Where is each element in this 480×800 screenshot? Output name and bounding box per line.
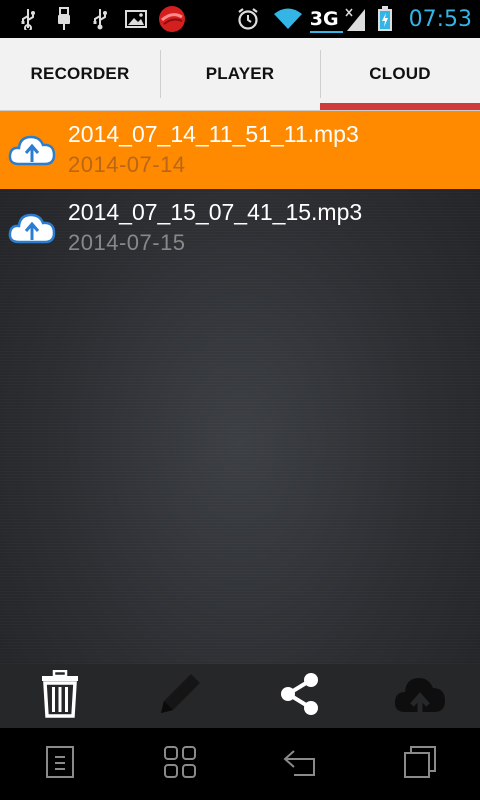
menu-button[interactable] — [25, 734, 95, 794]
tab-label: RECORDER — [30, 64, 130, 83]
cloud-upload-icon — [0, 189, 64, 267]
tab-indicator — [0, 103, 160, 110]
file-list-item[interactable]: 2014_07_14_11_51_11.mp3 2014-07-14 — [0, 111, 480, 189]
app-red-icon — [154, 0, 190, 38]
network-type: 3G — [309, 7, 343, 33]
usb-plug-icon — [46, 0, 82, 38]
file-name: 2014_07_14_11_51_11.mp3 — [68, 121, 359, 147]
delete-icon — [40, 669, 80, 722]
file-list: 2014_07_14_11_51_11.mp3 2014-07-14 2014_… — [0, 111, 480, 267]
tab-recorder[interactable]: RECORDER — [0, 38, 160, 110]
edit-button[interactable] — [150, 666, 210, 726]
cloud-upload-icon — [0, 111, 64, 189]
delete-button[interactable] — [30, 666, 90, 726]
file-list-panel: 2014_07_14_11_51_11.mp3 2014-07-14 2014_… — [0, 111, 480, 664]
tab-indicator — [320, 103, 480, 110]
usb-icon — [82, 0, 118, 38]
recents-icon — [403, 745, 437, 783]
file-date: 2014-07-15 — [68, 230, 186, 255]
back-icon — [282, 747, 318, 781]
file-list-item[interactable]: 2014_07_15_07_41_15.mp3 2014-07-15 — [0, 189, 480, 267]
tab-bar: RECORDER PLAYER CLOUD — [0, 38, 480, 111]
tab-player[interactable]: PLAYER — [160, 38, 320, 110]
share-button[interactable] — [270, 666, 330, 726]
recents-button[interactable] — [385, 734, 455, 794]
menu-icon — [45, 745, 75, 783]
tab-label: PLAYER — [205, 64, 275, 83]
battery-charging-icon — [371, 0, 399, 38]
cloud-upload-button[interactable] — [390, 666, 450, 726]
usb-icon — [10, 0, 46, 38]
share-icon — [278, 672, 322, 720]
action-bar — [0, 664, 480, 728]
signal-icon — [343, 0, 367, 38]
edit-icon — [155, 669, 205, 723]
file-name: 2014_07_15_07_41_15.mp3 — [68, 199, 363, 225]
alarm-icon — [230, 0, 266, 38]
tab-cloud[interactable]: CLOUD — [320, 38, 480, 110]
cloud-upload-icon — [393, 670, 447, 722]
back-button[interactable] — [265, 734, 335, 794]
tab-indicator — [160, 103, 320, 110]
apps-button[interactable] — [145, 734, 215, 794]
status-bar: 3G 07:53 — [0, 0, 480, 38]
image-icon — [118, 0, 154, 38]
clock: 07:53 — [408, 6, 472, 32]
apps-icon — [163, 745, 197, 783]
tab-label: CLOUD — [369, 64, 431, 83]
wifi-icon — [270, 0, 306, 38]
navigation-bar — [0, 728, 480, 800]
file-date: 2014-07-14 — [68, 152, 186, 177]
